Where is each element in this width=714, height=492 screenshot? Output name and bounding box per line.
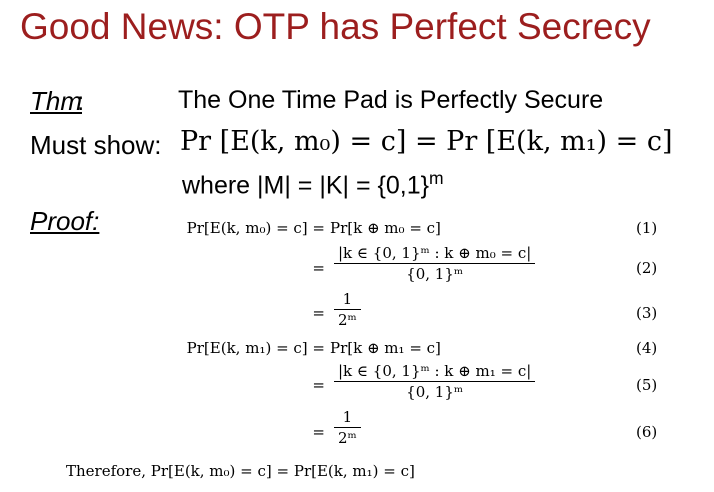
- where-exponent: m: [428, 168, 444, 188]
- equation-4-rhs: Pr[k ⊕ m₁ = c]: [330, 339, 441, 357]
- equation-2-fraction: |k ∈ {0, 1}ᵐ : k ⊕ m₀ = c| {0, 1}ᵐ: [334, 244, 536, 283]
- equation-1-lhs: Pr[E(k, m₀) = c] =: [186, 219, 325, 237]
- theorem-label: Thm: [30, 86, 82, 116]
- equation-6-lhs: =: [312, 423, 325, 441]
- equation-6-fraction: 1 2ᵐ: [334, 408, 361, 447]
- equation-1-rhs: Pr[k ⊕ m₀ = c]: [330, 219, 441, 237]
- must-show-formula: Pr [E(k, m₀) = c] = Pr [E(k, m₁) = c]: [180, 126, 673, 157]
- equation-4-lhs: Pr[E(k, m₁) = c] =: [186, 339, 325, 357]
- equation-2-denominator: {0, 1}ᵐ: [334, 263, 536, 283]
- where-text: where |M| = |K| = {0,1}: [182, 171, 429, 200]
- equation-2-number: (2): [636, 259, 658, 277]
- equation-3-lhs: =: [312, 304, 325, 322]
- theorem-statement: The One Time Pad is Perfectly Secure: [178, 86, 604, 114]
- slide-title: Good News: OTP has Perfect Secrecy: [20, 6, 651, 47]
- equation-5-lhs: =: [312, 376, 325, 394]
- equation-6-denominator: 2ᵐ: [334, 427, 361, 447]
- equation-6-number: (6): [636, 423, 658, 441]
- equation-3-number: (3): [636, 304, 658, 322]
- must-show-label: Must show:: [30, 130, 162, 160]
- proof-label: Proof:: [30, 206, 100, 236]
- where-condition: where |M| = |K| = {0,1}m: [182, 168, 444, 200]
- equation-1-number: (1): [636, 219, 658, 237]
- equation-6-numerator: 1: [342, 408, 353, 426]
- equation-3-fraction: 1 2ᵐ: [334, 290, 361, 329]
- equation-3-denominator: 2ᵐ: [334, 309, 361, 329]
- equation-4-number: (4): [636, 339, 658, 357]
- equation-5-numerator: |k ∈ {0, 1}ᵐ : k ⊕ m₁ = c|: [338, 362, 532, 380]
- equation-5-denominator: {0, 1}ᵐ: [334, 381, 536, 401]
- equation-2-lhs: =: [312, 259, 325, 277]
- theorem-colon: :: [77, 86, 85, 116]
- equation-3-numerator: 1: [342, 290, 353, 308]
- equation-2-numerator: |k ∈ {0, 1}ᵐ : k ⊕ m₀ = c|: [338, 244, 532, 262]
- equation-5-number: (5): [636, 376, 658, 394]
- equation-5-fraction: |k ∈ {0, 1}ᵐ : k ⊕ m₁ = c| {0, 1}ᵐ: [334, 362, 536, 401]
- therefore-conclusion: Therefore, Pr[E(k, m₀) = c] = Pr[E(k, m₁…: [66, 462, 415, 480]
